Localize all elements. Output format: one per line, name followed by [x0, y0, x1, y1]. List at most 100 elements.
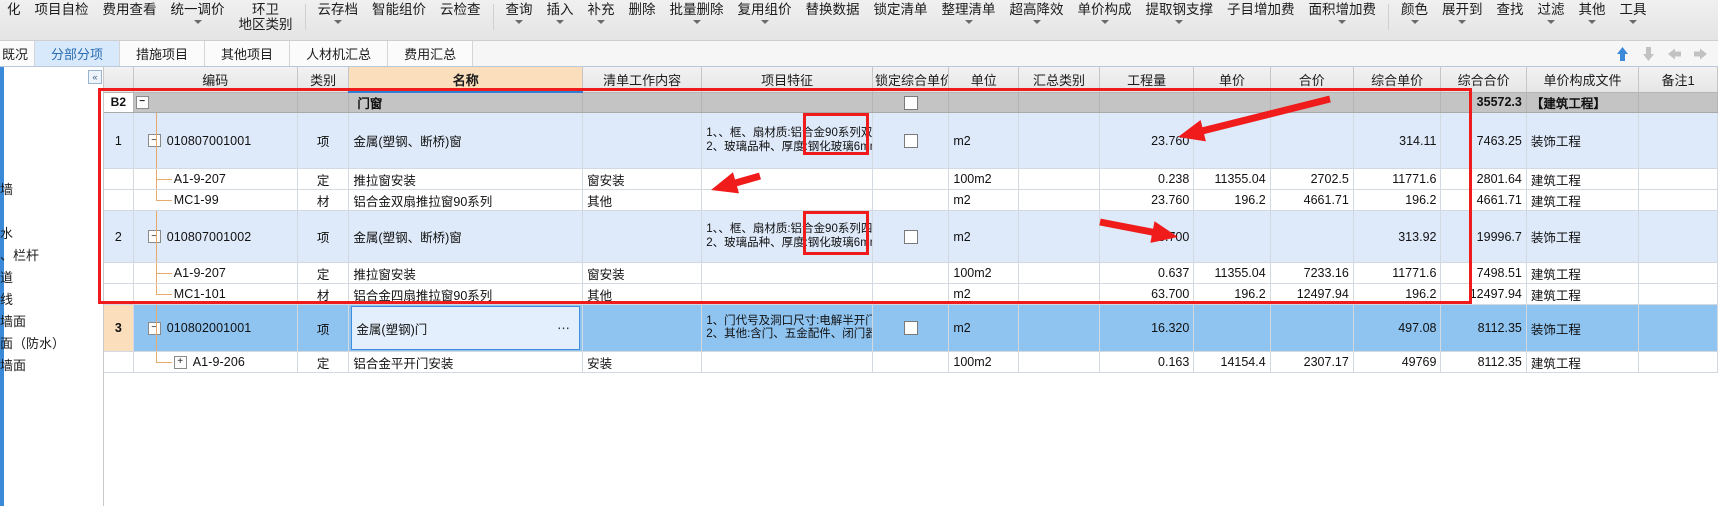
cell-cprice[interactable]: 314.11 [1353, 112, 1442, 169]
cell-unit[interactable]: 100m2 [948, 351, 1020, 373]
toolbar-button-24[interactable]: 查找 [1490, 0, 1531, 40]
cell-lock[interactable] [872, 189, 950, 211]
cell-unit[interactable]: 100m2 [948, 168, 1020, 190]
cell-name[interactable]: 推拉窗安装 [348, 262, 584, 284]
cell-cprice[interactable]: 49769 [1353, 351, 1442, 373]
cell-price[interactable]: 11355.04 [1193, 262, 1271, 284]
cell-ctotal[interactable]: 2801.64 [1440, 168, 1527, 190]
cell-lock[interactable] [872, 168, 950, 190]
cell-ctotal[interactable]: 7498.51 [1440, 262, 1527, 284]
cell-idx[interactable]: 3 [104, 304, 134, 352]
chevron-down-icon[interactable] [1588, 20, 1596, 24]
cell-name[interactable]: 门窗 [348, 92, 584, 113]
cell-code[interactable]: −010807001001 [133, 112, 298, 169]
cell-feature[interactable] [701, 262, 873, 284]
cell-cprice[interactable]: 11771.6 [1353, 262, 1442, 284]
cell-name[interactable]: 铝合金双扇推拉窗90系列 [348, 189, 584, 211]
table-row[interactable]: A1-9-207 定推拉窗安装 窗安装 100m2 0.637 11355.04 7233.… [104, 262, 1718, 284]
cell-qty[interactable]: 16.320 [1099, 304, 1195, 352]
budget-items-grid[interactable]: 编码 类别 名称 清单工作内容 项目特征 锁定综合单价 单位 汇总类别 工程量 单价 合价 综合单价综… [104, 67, 1718, 506]
table-row[interactable]: B2− 门窗 35572.3 【建筑工程】 [104, 92, 1718, 113]
cell-price[interactable]: 196.2 [1193, 283, 1271, 305]
cell-unit[interactable] [948, 92, 1020, 113]
chevron-down-icon[interactable] [1338, 20, 1347, 24]
cell-unit[interactable]: m2 [948, 304, 1020, 352]
cell-pfile[interactable]: 装饰工程 [1526, 112, 1640, 169]
cell-price[interactable] [1193, 112, 1271, 169]
cell-work[interactable]: 安装 [582, 351, 703, 373]
cell-ctotal[interactable]: 4661.71 [1440, 189, 1527, 211]
grid-header-name[interactable]: 名称 [348, 67, 584, 93]
cell-feature[interactable]: 1、、框、扇材质:铝合金90系列双扇推拉窗,铝合金1.4mm厚2、玻璃品种、厚度… [701, 112, 873, 169]
toolbar-button-7[interactable]: 云检查 [433, 0, 488, 40]
cell-lock[interactable] [872, 92, 950, 113]
cell-cprice[interactable] [1353, 92, 1442, 113]
sidebar-item-5[interactable]: 墙 [0, 177, 103, 199]
grid-header-code[interactable]: 编码 [133, 67, 298, 93]
cell-note[interactable] [1638, 283, 1718, 305]
cell-feature[interactable] [701, 168, 873, 190]
tab-0[interactable]: 既况 [0, 41, 36, 66]
cell-lock[interactable] [872, 210, 950, 263]
chevron-down-icon[interactable] [1547, 20, 1555, 24]
cell-unit[interactable]: 100m2 [948, 262, 1020, 284]
cell-code[interactable]: −010807001002 [133, 210, 298, 263]
cell-category[interactable]: 项 [297, 304, 350, 352]
cell-work[interactable] [582, 210, 703, 263]
cell-price[interactable]: 11355.04 [1193, 168, 1271, 190]
chevron-down-icon[interactable] [692, 20, 701, 24]
cell-qty[interactable]: 0.163 [1099, 351, 1195, 373]
cell-category[interactable] [297, 92, 350, 113]
cell-idx[interactable] [104, 351, 134, 373]
cell-total[interactable]: 12497.94 [1270, 283, 1354, 305]
cell-work[interactable]: 窗安装 [582, 262, 703, 284]
toolbar-button-3[interactable]: 统一调价 [164, 0, 232, 40]
sidebar-item-8[interactable]: 、栏杆 [0, 243, 103, 265]
collapse-node-icon[interactable]: − [147, 321, 161, 335]
cell-total[interactable] [1270, 112, 1354, 169]
cell-total[interactable] [1270, 304, 1354, 352]
chevron-down-icon[interactable] [1629, 20, 1637, 24]
cell-feature[interactable] [701, 92, 873, 113]
chevron-down-icon[interactable] [193, 20, 202, 24]
tab-3[interactable]: 其他项目 [205, 41, 291, 66]
toolbar-button-11[interactable]: 删除 [622, 0, 663, 40]
table-row[interactable]: MC1-99 材铝合金双扇推拉窗90系列 其他 m2 23.760 196.2 4661.7… [104, 189, 1718, 211]
grid-header-price[interactable]: 单价 [1193, 67, 1271, 93]
lock-price-checkbox[interactable] [903, 133, 918, 148]
cell-cprice[interactable]: 11771.6 [1353, 168, 1442, 190]
toolbar-button-19[interactable]: 提取钢支撑 [1139, 0, 1221, 40]
toolbar-button-4[interactable]: 环卫 地区类别 [232, 0, 300, 40]
cell-name[interactable]: 铝合金平开门安装 [348, 351, 584, 373]
expand-node-icon[interactable]: + [173, 355, 187, 369]
toolbar-button-16[interactable]: 整理清单 [935, 0, 1003, 40]
cell-ctotal[interactable]: 19996.7 [1440, 210, 1527, 263]
sidebar-item-10[interactable]: 线 [0, 287, 103, 309]
cell-total[interactable] [1270, 92, 1354, 113]
cell-idx[interactable]: 1 [104, 112, 134, 169]
cell-total[interactable]: 2702.5 [1270, 168, 1354, 190]
cell-idx[interactable]: 2 [104, 210, 134, 263]
cell-price[interactable] [1193, 92, 1271, 113]
cell-qty[interactable]: 0.238 [1099, 168, 1195, 190]
grid-header-unit[interactable]: 单位 [948, 67, 1020, 93]
cell-note[interactable] [1638, 351, 1718, 373]
cell-feature[interactable]: 1、、框、扇材质:铝合金90系列四扇推拉窗,铝合金1.4mm厚2、玻璃品种、厚度… [701, 210, 873, 263]
cell-feature[interactable] [701, 189, 873, 211]
cell-category[interactable]: 定 [297, 262, 350, 284]
cell-qty[interactable]: 0.637 [1099, 262, 1195, 284]
cell-feature[interactable] [701, 351, 873, 373]
toolbar-button-17[interactable]: 超高降效 [1003, 0, 1071, 40]
table-row[interactable]: 3−010802001001 项金属(塑钢)门 ⋯ 1、门代号及洞口尺寸:电解半开门 2… [104, 304, 1718, 352]
cell-sumcat[interactable] [1018, 351, 1100, 373]
cell-cprice[interactable]: 196.2 [1353, 283, 1442, 305]
toolbar-button-20[interactable]: 子目增加费 [1220, 0, 1302, 40]
cell-cprice[interactable]: 313.92 [1353, 210, 1442, 263]
toolbar-button-14[interactable]: 替换数据 [799, 0, 867, 40]
name-edit-box[interactable]: 金属(塑钢)门 ⋯ [351, 306, 581, 350]
cell-lock[interactable] [872, 262, 950, 284]
cell-ctotal[interactable]: 7463.25 [1440, 112, 1527, 169]
sidebar-item-11[interactable]: 墙面 [0, 309, 103, 331]
cell-pfile[interactable]: 建筑工程 [1526, 168, 1640, 190]
toolbar-button-8[interactable]: 查询 [499, 0, 540, 40]
